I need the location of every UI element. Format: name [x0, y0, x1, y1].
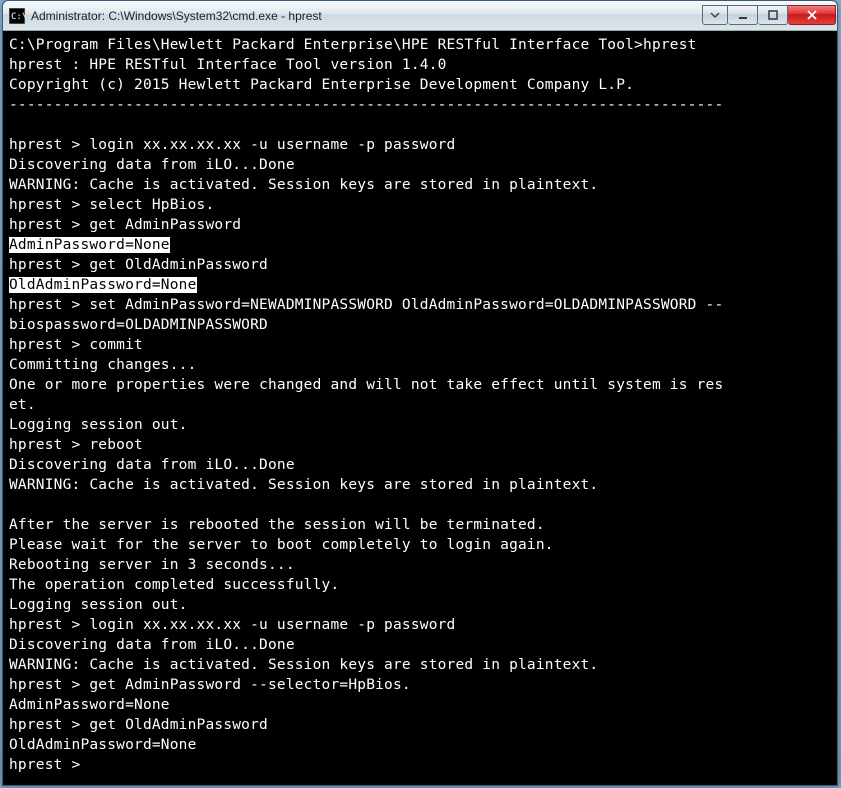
terminal-line: hprest > get OldAdminPassword [9, 257, 268, 273]
close-button[interactable] [788, 5, 836, 25]
terminal-line: Logging session out. [9, 417, 188, 433]
terminal-line: hprest > commit [9, 337, 143, 353]
terminal-line: hprest > get AdminPassword --selector=Hp… [9, 677, 411, 693]
terminal-line: WARNING: Cache is activated. Session key… [9, 477, 598, 493]
terminal-line: hprest > set AdminPassword=NEWADMINPASSW… [9, 297, 723, 313]
terminal-line: AdminPassword=None [9, 697, 170, 713]
terminal-line: OldAdminPassword=None [9, 737, 197, 753]
terminal-line: Discovering data from iLO...Done [9, 157, 295, 173]
terminal-line: biospassword=OLDADMINPASSWORD [9, 317, 268, 333]
terminal-line: hprest > get OldAdminPassword [9, 717, 268, 733]
terminal-line: Copyright (c) 2015 Hewlett Packard Enter… [9, 77, 634, 93]
terminal-line: Logging session out. [9, 597, 188, 613]
terminal-line-highlight: OldAdminPassword=None [9, 277, 197, 293]
terminal-line: hprest > select HpBios. [9, 197, 214, 213]
terminal-line: ----------------------------------------… [9, 97, 723, 113]
terminal-line: hprest > reboot [9, 437, 143, 453]
terminal-line: After the server is rebooted the session… [9, 517, 545, 533]
terminal-line: hprest > login xx.xx.xx.xx -u username -… [9, 137, 456, 153]
terminal-line: hprest : HPE RESTful Interface Tool vers… [9, 57, 447, 73]
cmd-window: C:\ Administrator: C:\Windows\System32\c… [2, 0, 838, 786]
svg-text:C:\: C:\ [11, 12, 25, 22]
snap-caret-button[interactable] [702, 5, 728, 25]
window-title: Administrator: C:\Windows\System32\cmd.e… [31, 9, 702, 23]
terminal-line: C:\Program Files\Hewlett Packard Enterpr… [9, 37, 697, 53]
terminal-line-highlight: AdminPassword=None [9, 237, 170, 253]
terminal-line: WARNING: Cache is activated. Session key… [9, 177, 598, 193]
terminal-line: hprest > [9, 757, 80, 773]
terminal-line: et. [9, 397, 36, 413]
cmd-icon: C:\ [9, 8, 25, 24]
terminal-line: hprest > get AdminPassword [9, 217, 241, 233]
titlebar[interactable]: C:\ Administrator: C:\Windows\System32\c… [3, 1, 837, 31]
terminal-line: Please wait for the server to boot compl… [9, 537, 554, 553]
terminal-line: Discovering data from iLO...Done [9, 457, 295, 473]
terminal-line: Discovering data from iLO...Done [9, 637, 295, 653]
terminal-line: Committing changes... [9, 357, 197, 373]
minimize-button[interactable] [728, 5, 758, 25]
terminal-line: Rebooting server in 3 seconds... [9, 557, 295, 573]
terminal-line: The operation completed successfully. [9, 577, 339, 593]
terminal-line: One or more properties were changed and … [9, 377, 723, 393]
terminal-line: hprest > login xx.xx.xx.xx -u username -… [9, 617, 456, 633]
terminal-line: WARNING: Cache is activated. Session key… [9, 657, 598, 673]
window-controls [702, 5, 836, 25]
maximize-button[interactable] [758, 5, 788, 25]
terminal-output[interactable]: C:\Program Files\Hewlett Packard Enterpr… [3, 31, 837, 785]
